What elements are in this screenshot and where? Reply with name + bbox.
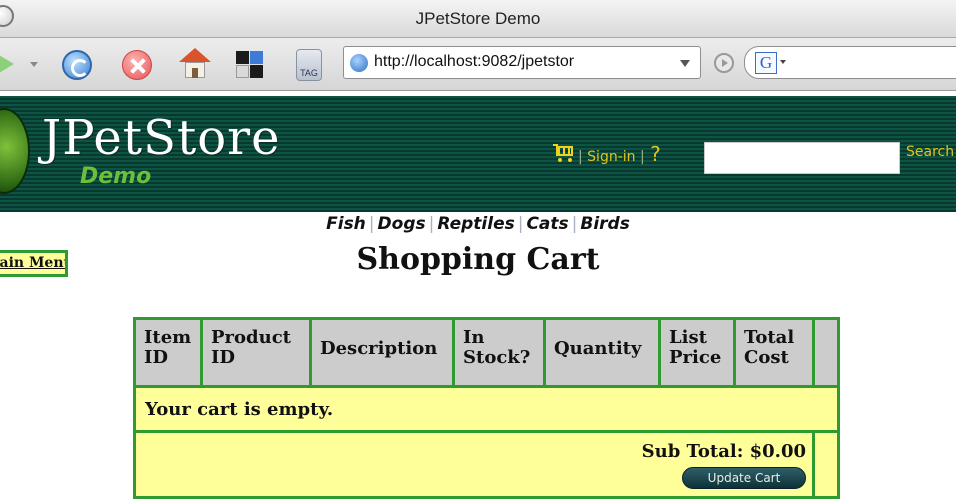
google-icon[interactable]: G bbox=[755, 52, 777, 74]
cart-wheel bbox=[568, 158, 572, 162]
site-search-input[interactable] bbox=[704, 142, 900, 174]
signin-link[interactable]: Sign-in bbox=[587, 149, 635, 165]
empty-cart-message: Your cart is empty. bbox=[136, 388, 837, 433]
column-header-list-price: List Price bbox=[661, 320, 736, 388]
column-header-in-stock: In Stock? bbox=[455, 320, 546, 388]
reload-icon[interactable] bbox=[62, 50, 92, 80]
window-quad bbox=[250, 51, 263, 64]
home-door bbox=[192, 68, 198, 78]
category-link-fish[interactable]: Fish bbox=[326, 214, 366, 234]
back-dropdown-icon[interactable] bbox=[30, 62, 38, 67]
url-text[interactable]: http://localhost:9082/jpetstor bbox=[374, 53, 664, 71]
stop-icon[interactable] bbox=[122, 50, 152, 80]
category-link-reptiles[interactable]: Reptiles bbox=[437, 214, 514, 234]
category-separator: | bbox=[428, 214, 435, 234]
site-subbrand: Demo bbox=[80, 164, 152, 189]
browser-search-bar[interactable]: G bbox=[744, 46, 956, 79]
column-header-blank bbox=[815, 320, 837, 388]
cart-icon[interactable] bbox=[553, 144, 575, 162]
column-header-total-cost: Total Cost bbox=[736, 320, 815, 388]
subtotal-label: Sub Total: bbox=[641, 441, 744, 462]
nav-separator: | bbox=[578, 149, 583, 165]
search-engine-dropdown-icon[interactable] bbox=[780, 60, 786, 64]
subtotal-value: $0.00 bbox=[749, 441, 806, 462]
header-nav-links: | Sign-in | ? bbox=[578, 142, 661, 166]
new-window-icon[interactable] bbox=[236, 51, 264, 79]
site-banner: JPetStore Demo | Sign-in | ? Search bbox=[0, 96, 956, 212]
tag-icon[interactable]: TAG bbox=[296, 49, 322, 81]
category-separator: | bbox=[517, 214, 524, 234]
column-header-item-id: Item ID bbox=[136, 320, 203, 388]
globe-icon bbox=[350, 54, 368, 72]
site-brand[interactable]: JPetStore bbox=[42, 110, 281, 166]
column-header-description: Description bbox=[312, 320, 455, 388]
page-title: Shopping Cart bbox=[356, 242, 600, 277]
cart-wheel bbox=[558, 158, 562, 162]
browser-titlebar: JPetStore Demo bbox=[0, 0, 956, 38]
column-header-product-id: Product ID bbox=[203, 320, 312, 388]
go-icon[interactable] bbox=[714, 53, 734, 73]
category-link-birds[interactable]: Birds bbox=[580, 214, 629, 234]
subtotal-cell: Sub Total: $0.00 Update Cart bbox=[136, 433, 815, 496]
cart-basket bbox=[556, 146, 573, 156]
cart-table: Item ID Product ID Description In Stock?… bbox=[133, 317, 840, 499]
category-separator: | bbox=[571, 214, 578, 234]
tag-label: TAG bbox=[300, 68, 318, 78]
search-link[interactable]: Search bbox=[906, 144, 954, 160]
column-header-quantity: Quantity bbox=[546, 320, 661, 388]
home-roof bbox=[179, 48, 211, 62]
url-dropdown-icon[interactable] bbox=[680, 60, 690, 67]
category-link-dogs[interactable]: Dogs bbox=[378, 214, 426, 234]
window-quad bbox=[250, 65, 263, 78]
category-separator: | bbox=[368, 214, 375, 234]
browser-toolbar: TAG http://localhost:9082/jpetstor G bbox=[0, 38, 956, 91]
category-link-cats[interactable]: Cats bbox=[526, 214, 568, 234]
window-quad bbox=[236, 51, 249, 64]
home-icon[interactable] bbox=[179, 48, 211, 80]
back-arrow-icon[interactable] bbox=[0, 52, 14, 76]
address-bar[interactable]: http://localhost:9082/jpetstor bbox=[343, 46, 701, 79]
nav-separator: | bbox=[639, 149, 645, 165]
update-cart-button[interactable]: Update Cart bbox=[682, 467, 806, 489]
help-icon[interactable]: ? bbox=[650, 142, 661, 166]
category-nav: Fish | Dogs | Reptiles | Cats | Birds bbox=[0, 214, 956, 234]
subtotal-text: Sub Total: $0.00 bbox=[642, 441, 806, 462]
window-title: JPetStore Demo bbox=[415, 9, 541, 28]
window-quad bbox=[236, 65, 249, 78]
logo-icon[interactable] bbox=[0, 108, 30, 194]
